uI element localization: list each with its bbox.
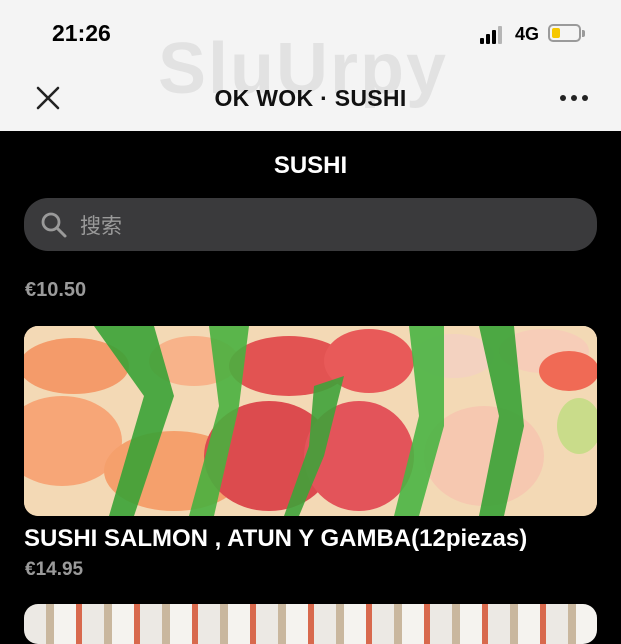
status-time: 21:26 (52, 20, 111, 46)
search-input[interactable] (78, 206, 582, 245)
item-price: €14.95 (25, 559, 84, 580)
sushi-roll-photo[interactable] (24, 604, 597, 644)
more-icon[interactable] (558, 86, 590, 110)
network-label: 4G (515, 24, 540, 44)
search-bar[interactable] (24, 198, 597, 251)
page-title: OK WOK · SUSHI (214, 85, 407, 111)
sushi-photo[interactable] (24, 326, 597, 516)
search-icon (40, 211, 68, 239)
section-title: SUSHI (273, 152, 348, 179)
item-name[interactable]: SUSHI SALMON , ATUN Y GAMBA(12piezas) (24, 525, 527, 553)
item-price: €10.50 (25, 279, 87, 301)
signal-icon (480, 26, 506, 44)
battery-icon (548, 24, 585, 42)
top-bar: SluUrpy 21:26 4G OK WOK · SUSHI (0, 0, 621, 131)
